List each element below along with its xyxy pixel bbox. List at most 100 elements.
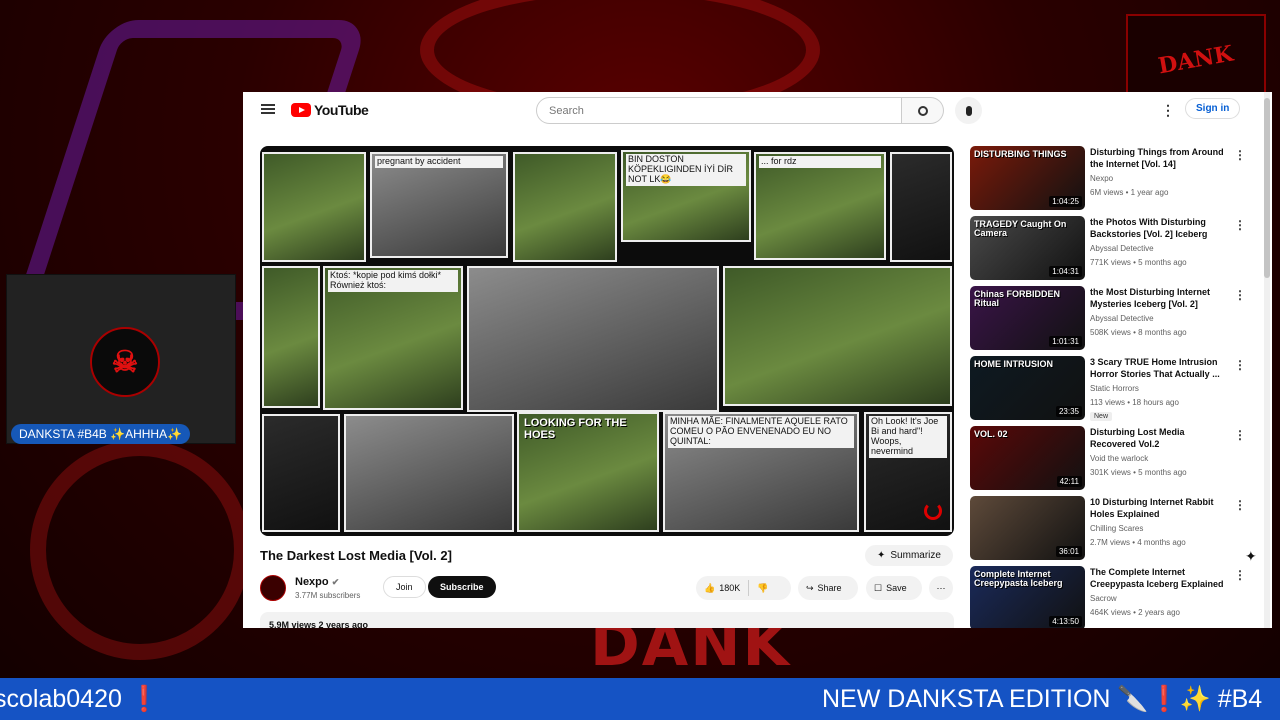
recommendation-thumbnail[interactable]: HOME INTRUSION 23:35 bbox=[970, 356, 1085, 420]
thumbs-down-icon: 👎 bbox=[757, 582, 769, 593]
youtube-logo[interactable]: YouTube bbox=[291, 102, 369, 118]
kebab-icon[interactable]: ⋮ bbox=[1234, 428, 1246, 442]
recommendation-title[interactable]: 3 Scary TRUE Home Intrusion Horror Stori… bbox=[1090, 356, 1225, 380]
youtube-wordmark: YouTube bbox=[314, 102, 369, 118]
youtube-play-icon bbox=[291, 103, 311, 117]
recommendation-title[interactable]: The Complete Internet Creepypasta Iceber… bbox=[1090, 566, 1225, 590]
recommendation-title[interactable]: the Photos With Disturbing Backstories [… bbox=[1090, 216, 1225, 240]
scrollbar-thumb[interactable] bbox=[1264, 98, 1270, 278]
recommendation-item[interactable]: DISTURBING THINGS 1:04:25 Disturbing Thing… bbox=[970, 146, 1260, 216]
search-button[interactable] bbox=[902, 97, 944, 124]
recommendation-channel[interactable]: Nexpo bbox=[1090, 174, 1113, 183]
video-frame-tile bbox=[723, 266, 952, 406]
join-button[interactable]: Join bbox=[383, 576, 426, 598]
recommendation-channel[interactable]: Void the warlock bbox=[1090, 454, 1148, 463]
background-ring-art-bottom bbox=[30, 440, 250, 660]
menu-icon[interactable] bbox=[261, 104, 275, 114]
recommendation-channel[interactable]: Abyssal Detective bbox=[1090, 244, 1154, 253]
recommendation-meta: 771K views • 5 months ago bbox=[1090, 258, 1187, 267]
summarize-label: Summarize bbox=[890, 550, 941, 561]
recommendations-list: DISTURBING THINGS 1:04:25 Disturbing Thing… bbox=[970, 146, 1260, 628]
video-player[interactable]: pregnant by accident BIN DOSTON KÖPEKLIG… bbox=[260, 146, 954, 536]
dislike-button[interactable]: 👎 bbox=[749, 583, 776, 594]
ticker-left-text: scolab0420 ❗ bbox=[0, 684, 160, 713]
video-title: The Darkest Lost Media [Vol. 2] bbox=[260, 548, 452, 563]
summarize-button[interactable]: ✦ Summarize bbox=[865, 545, 953, 566]
webcam-overlay: ☠ DANKSTA #B4B ✨AHHHA✨ bbox=[6, 274, 236, 444]
thumbnail-text: Chinas FORBIDDEN Ritual bbox=[974, 289, 1061, 309]
more-horizontal-icon: ⋯ bbox=[936, 582, 946, 593]
sparkle-icon: ✦ bbox=[877, 550, 886, 561]
channel-avatar[interactable] bbox=[260, 575, 286, 601]
like-dislike-group: 👍 180K 👎 bbox=[696, 576, 791, 600]
new-badge: New bbox=[1090, 412, 1113, 421]
tile-caption: ... for rdz bbox=[759, 156, 881, 168]
description-box[interactable]: 5.9M views 2 years ago bbox=[260, 612, 954, 628]
recommendation-title[interactable]: Disturbing Things from Around the Intern… bbox=[1090, 146, 1225, 170]
recommendation-title[interactable]: Disturbing Lost Media Recovered Vol.2 bbox=[1090, 426, 1225, 450]
thumbnail-text: DISTURBING THINGS bbox=[974, 149, 1067, 159]
share-icon: ↪ bbox=[806, 582, 814, 593]
video-frame-tile bbox=[890, 152, 952, 262]
channel-name-text: Nexpo bbox=[295, 576, 329, 588]
like-count: 180K bbox=[719, 583, 741, 593]
kebab-icon[interactable]: ⋮ bbox=[1234, 358, 1246, 372]
recommendation-thumbnail[interactable]: TRAGEDY Caught On Camera 1:04:31 bbox=[970, 216, 1085, 280]
recommendation-thumbnail[interactable]: DISTURBING THINGS 1:04:25 bbox=[970, 146, 1085, 210]
recommendation-item[interactable]: TRAGEDY Caught On Camera 1:04:31 the Photo… bbox=[970, 216, 1260, 286]
recommendation-channel[interactable]: Chilling Scares bbox=[1090, 524, 1143, 533]
stream-ticker: scolab0420 ❗ NEW DANKSTA EDITION 🔪❗✨ #B4 bbox=[0, 678, 1280, 720]
views-and-date: 5.9M views 2 years ago bbox=[269, 620, 369, 628]
duration-badge: 36:01 bbox=[1055, 546, 1082, 557]
video-frame-tile: MINHA MÃE: FINALMENTE AQUELE RATO COMEU … bbox=[663, 412, 859, 532]
more-actions-button[interactable]: ⋯ bbox=[929, 576, 953, 600]
scrollbar[interactable] bbox=[1264, 92, 1270, 628]
recommendation-channel[interactable]: Static Horrors bbox=[1090, 384, 1139, 393]
ai-sparkle-icon[interactable]: ✦ bbox=[1245, 548, 1257, 565]
recommendation-meta: 508K views • 8 months ago bbox=[1090, 328, 1187, 337]
recommendation-thumbnail[interactable]: Complete Internet Creepypasta Iceberg 4:1… bbox=[970, 566, 1085, 628]
like-button[interactable]: 👍 180K bbox=[696, 583, 748, 594]
channel-name[interactable]: Nexpo ✔ bbox=[295, 576, 339, 588]
video-frame-tile: ... for rdz bbox=[754, 152, 886, 260]
share-label: Share bbox=[817, 583, 842, 593]
duration-badge: 1:04:25 bbox=[1049, 196, 1082, 207]
recommendation-channel[interactable]: Abyssal Detective bbox=[1090, 314, 1154, 323]
video-frame-tile bbox=[344, 414, 514, 532]
subscribe-button[interactable]: Subscribe bbox=[428, 576, 496, 598]
kebab-icon[interactable]: ⋮ bbox=[1234, 148, 1246, 162]
recommendation-item[interactable]: VOL. 02 42:11 Disturbing Lost Media Recove… bbox=[970, 426, 1260, 496]
video-frame-tile bbox=[467, 266, 719, 412]
sign-in-button[interactable]: Sign in bbox=[1185, 98, 1241, 119]
video-frame-tile bbox=[262, 266, 320, 408]
share-button[interactable]: ↪ Share bbox=[798, 576, 858, 600]
recommendation-thumbnail[interactable]: VOL. 02 42:11 bbox=[970, 426, 1085, 490]
recommendation-item[interactable]: Chinas FORBIDDEN Ritual 1:01:31 the Most D… bbox=[970, 286, 1260, 356]
recommendation-title[interactable]: 10 Disturbing Internet Rabbit Holes Expl… bbox=[1090, 496, 1225, 520]
search-icon bbox=[917, 105, 928, 116]
recommendation-thumbnail[interactable]: 36:01 bbox=[970, 496, 1085, 560]
kebab-icon[interactable]: ⋮ bbox=[1234, 288, 1246, 302]
recommendation-title[interactable]: the Most Disturbing Internet Mysteries I… bbox=[1090, 286, 1225, 310]
kebab-icon[interactable]: ⋮ bbox=[1234, 568, 1246, 582]
recommendation-item[interactable]: Complete Internet Creepypasta Iceberg 4:1… bbox=[970, 566, 1260, 628]
voice-search-button[interactable] bbox=[955, 97, 982, 124]
kebab-icon[interactable]: ⋮ bbox=[1234, 218, 1246, 232]
save-button[interactable]: ☐ Save bbox=[866, 576, 922, 600]
recommendation-meta: 113 views • 18 hours ago bbox=[1090, 398, 1179, 407]
settings-kebab-icon[interactable]: ⋮ bbox=[1161, 102, 1175, 119]
duration-badge: 4:13:50 bbox=[1049, 616, 1082, 627]
video-frame-tile: Ktoś: *kopie pod kimś dołki* Również kto… bbox=[323, 266, 463, 410]
recommendation-meta: 2.7M views • 4 months ago bbox=[1090, 538, 1186, 547]
video-frame-tile: pregnant by accident bbox=[370, 152, 508, 258]
recommendation-meta: 301K views • 5 months ago bbox=[1090, 468, 1187, 477]
recommendation-item[interactable]: HOME INTRUSION 23:35 3 Scary TRUE Home Int… bbox=[970, 356, 1260, 426]
recommendation-item[interactable]: 36:01 10 Disturbing Internet Rabbit Holes… bbox=[970, 496, 1260, 566]
recommendation-thumbnail[interactable]: Chinas FORBIDDEN Ritual 1:01:31 bbox=[970, 286, 1085, 350]
ticker-right-text: NEW DANKSTA EDITION 🔪❗✨ #B4 bbox=[822, 684, 1263, 713]
search-input[interactable]: Search bbox=[536, 97, 902, 124]
video-frame-tile bbox=[262, 152, 366, 262]
recommendation-channel[interactable]: Sacrow bbox=[1090, 594, 1117, 603]
bookmark-icon: ☐ bbox=[874, 582, 883, 593]
kebab-icon[interactable]: ⋮ bbox=[1234, 498, 1246, 512]
